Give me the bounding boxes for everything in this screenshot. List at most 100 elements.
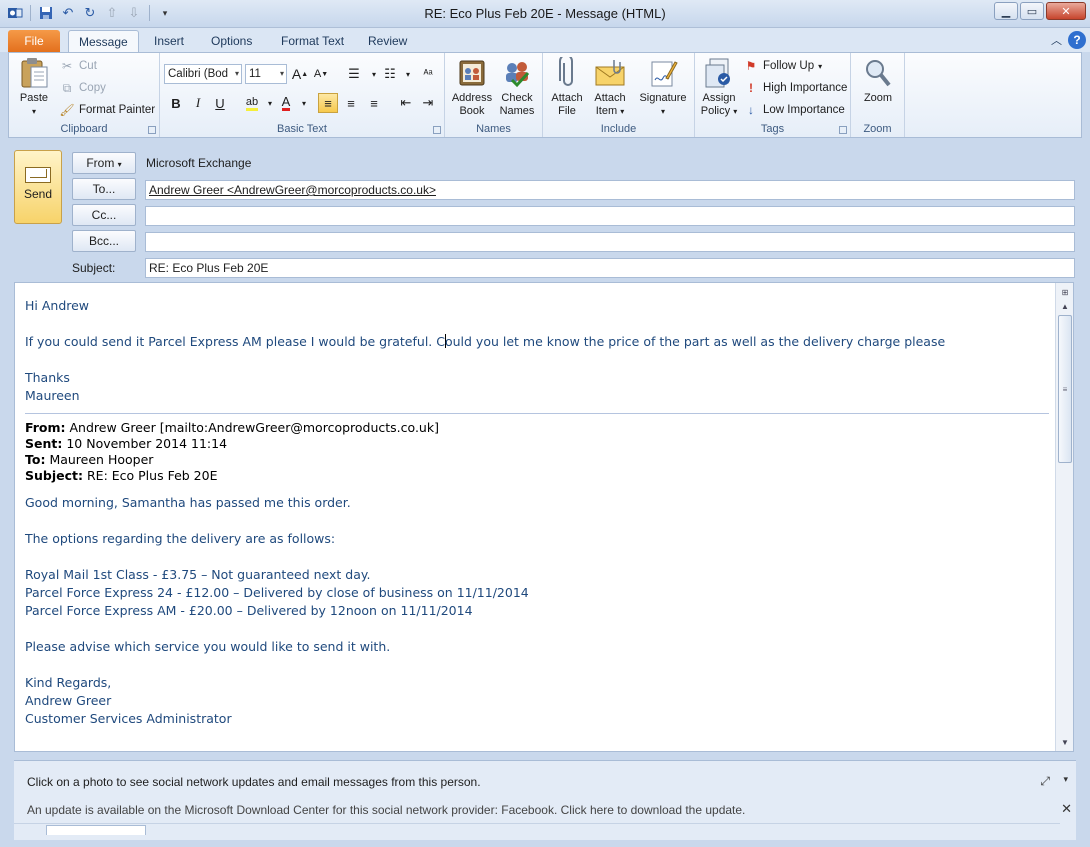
quoted-to: To: Maureen Hooper — [25, 452, 1049, 468]
shrink-font-button[interactable]: A ▼ — [311, 64, 331, 84]
help-icon[interactable]: ? — [1068, 31, 1086, 49]
tags-group: Assign Policy ▾ ⚑ Follow Up ▾ ! High Imp… — [695, 53, 851, 137]
address-book-label-2: Book — [459, 105, 485, 117]
from-button[interactable]: From ▾ — [72, 152, 136, 174]
tab-insert[interactable]: Insert — [144, 30, 194, 52]
tab-options[interactable]: Options — [201, 30, 262, 52]
quoted-from: From: Andrew Greer [mailto:AndrewGreer@m… — [25, 420, 1049, 436]
signature-icon — [647, 57, 679, 89]
address-book-icon — [456, 57, 488, 89]
clipboard-launcher-icon[interactable] — [148, 126, 156, 134]
scroll-thumb[interactable]: ≡ — [1058, 315, 1072, 463]
chevron-down-icon[interactable]: ▾ — [1063, 774, 1068, 785]
ruler-toggle-icon[interactable]: ⊞ — [1058, 285, 1072, 299]
bold-button[interactable]: B — [166, 93, 186, 113]
font-size-combo[interactable]: 11 ▾ — [245, 64, 287, 84]
high-importance-button[interactable]: ! High Importance — [743, 80, 847, 96]
numbering-button[interactable]: ☷ — [380, 64, 400, 84]
tab-file[interactable]: File — [8, 30, 60, 52]
send-button[interactable]: Send — [14, 150, 62, 224]
body-scrollbar[interactable]: ⊞ ▲ ≡ ▼ — [1055, 283, 1073, 751]
check-names-button[interactable]: Check Names — [495, 57, 539, 118]
cut-button[interactable]: ✂ Cut — [59, 58, 97, 74]
clear-formatting-button[interactable]: ᴬᵃ — [418, 64, 438, 84]
basic-text-launcher-icon[interactable] — [433, 126, 441, 134]
update-notice[interactable]: An update is available on the Microsoft … — [27, 803, 745, 817]
increase-indent-button[interactable]: ⇥ — [418, 93, 438, 113]
paste-dropdown-icon: ▾ — [31, 107, 36, 116]
align-center-button[interactable]: ≡ — [341, 93, 361, 113]
paste-button[interactable]: Paste ▾ — [13, 57, 55, 118]
attach-item-button[interactable]: Attach Item ▾ — [589, 57, 631, 118]
zoom-button[interactable]: Zoom — [855, 57, 901, 105]
scroll-down-icon[interactable]: ▼ — [1058, 735, 1072, 749]
grow-font-button[interactable]: A ▲ — [290, 64, 310, 84]
cc-field[interactable] — [145, 206, 1075, 226]
send-label: Send — [23, 187, 53, 201]
follow-up-button[interactable]: ⚑ Follow Up ▾ — [743, 58, 823, 74]
maximize-button[interactable]: ▭ — [1020, 2, 1044, 20]
names-group-label: Names — [476, 123, 511, 135]
basic-text-group: Calibri (Bod ▾ 11 ▾ A ▲ A ▼ ☰ ▾ ☷ ▾ ᴬᵃ B I… — [160, 53, 445, 137]
decrease-indent-button[interactable]: ⇤ — [396, 93, 416, 113]
align-left-button[interactable]: ≡ — [318, 93, 338, 113]
subject-field[interactable]: RE: Eco Plus Feb 20E — [145, 258, 1075, 278]
quoted-subject-value: RE: Eco Plus Feb 20E — [86, 468, 218, 483]
cc-button[interactable]: Cc... — [72, 204, 136, 226]
low-importance-button[interactable]: ↓ Low Importance — [743, 102, 845, 118]
tags-launcher-icon[interactable] — [839, 126, 847, 134]
people-pane-message[interactable]: Click on a photo to see social network u… — [27, 775, 481, 789]
close-button[interactable]: ✕ — [1046, 2, 1086, 20]
assign-policy-button[interactable]: Assign Policy ▾ — [697, 57, 741, 118]
ribbon-tabs: File Message Insert Options Format Text … — [0, 28, 1090, 52]
ribbon: Paste ▾ ✂ Cut ⧉ Copy 🖌 Format Painter Cl… — [8, 52, 1082, 138]
follow-up-dropdown-icon: ▾ — [818, 61, 823, 71]
scroll-up-icon[interactable]: ▲ — [1058, 299, 1072, 313]
expand-pane-icon[interactable]: ⤢ — [1040, 774, 1050, 789]
to-field[interactable]: Andrew Greer <AndrewGreer@morcoproducts.… — [145, 180, 1075, 200]
from-label: From — [86, 156, 115, 170]
attach-file-label-2: File — [558, 105, 576, 117]
minimize-button[interactable]: ▁ — [994, 2, 1018, 20]
scissors-icon: ✂ — [61, 59, 73, 73]
close-notice-icon[interactable]: ✕ — [1061, 801, 1072, 817]
people-pane-tab[interactable] — [46, 825, 146, 835]
bullets-button[interactable]: ☰ — [344, 64, 364, 84]
attach-item-label-row: Item ▾ — [589, 105, 631, 118]
quoted-from-label: From: — [25, 420, 66, 435]
bcc-field[interactable] — [145, 232, 1075, 252]
follow-up-label: Follow Up — [763, 60, 815, 72]
quoted-options-intro: The options regarding the delivery are a… — [25, 531, 336, 546]
underline-button[interactable]: U — [210, 93, 230, 113]
low-importance-label: Low Importance — [763, 104, 845, 116]
font-color-button[interactable]: A — [276, 93, 296, 113]
signature-dropdown-icon: ▾ — [660, 107, 665, 116]
highlight-button[interactable]: ab — [242, 93, 262, 113]
format-painter-button[interactable]: 🖌 Format Painter — [59, 102, 155, 118]
font-color-dropdown-icon[interactable]: ▾ — [294, 93, 314, 113]
align-right-button[interactable]: ≡ — [364, 93, 384, 113]
message-body-text[interactable]: Hi Andrew If you could send it Parcel Ex… — [25, 297, 1049, 728]
quoted-subject: Subject: RE: Eco Plus Feb 20E — [25, 468, 1049, 484]
message-body[interactable]: Hi Andrew If you could send it Parcel Ex… — [14, 282, 1074, 752]
assign-policy-dropdown-icon: ▾ — [733, 107, 738, 116]
tags-group-label: Tags — [760, 123, 785, 135]
clipboard-group-label: Clipboard — [60, 123, 108, 135]
font-name-combo[interactable]: Calibri (Bod ▾ — [164, 64, 242, 84]
quoted-sent-label: Sent: — [25, 436, 63, 451]
to-button[interactable]: To... — [72, 178, 136, 200]
italic-button[interactable]: I — [188, 93, 208, 113]
minimize-ribbon-icon[interactable]: ︿ — [1051, 32, 1062, 48]
tab-message[interactable]: Message — [68, 30, 139, 52]
bcc-button[interactable]: Bcc... — [72, 230, 136, 252]
body-greeting: Hi Andrew — [25, 298, 90, 313]
tab-format-text[interactable]: Format Text — [271, 30, 354, 52]
address-book-button[interactable]: Address Book — [449, 57, 495, 118]
numbering-dropdown-icon[interactable]: ▾ — [398, 64, 418, 84]
copy-button[interactable]: ⧉ Copy — [59, 80, 106, 96]
attach-file-button[interactable]: Attach File — [547, 57, 587, 118]
signature-button[interactable]: Signature ▾ — [635, 57, 691, 118]
from-account: Microsoft Exchange — [146, 156, 252, 170]
tab-review[interactable]: Review — [358, 30, 417, 52]
to-recipient[interactable]: Andrew Greer <AndrewGreer@morcoproducts.… — [149, 183, 436, 197]
